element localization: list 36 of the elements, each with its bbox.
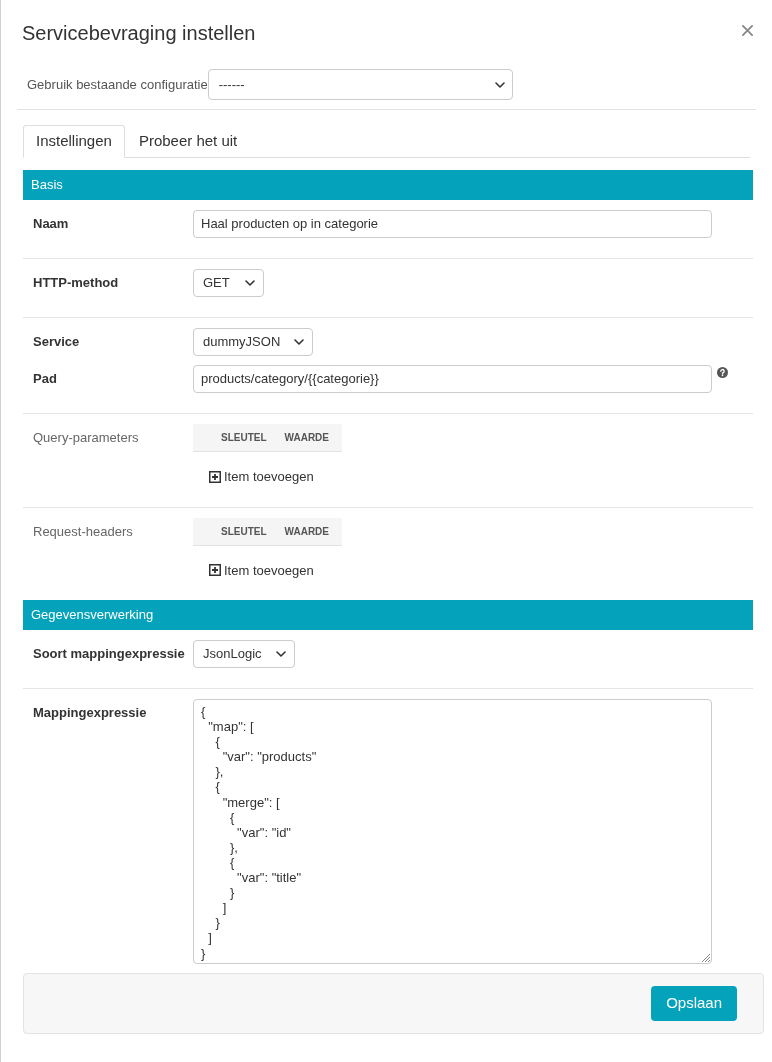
dropdown-select[interactable]: dummyJSON	[193, 328, 314, 356]
chevron-down-icon	[245, 280, 255, 286]
column-header: SLEUTEL	[221, 524, 267, 539]
chevron-down-icon	[494, 81, 505, 88]
field-label: Naam	[33, 215, 69, 234]
section-header: Gegevensverwerking	[23, 600, 753, 630]
tab[interactable]: Probeer het uit	[124, 125, 252, 158]
text-input[interactable]: products/category/{{categorie}}	[193, 365, 712, 393]
close-icon[interactable]	[742, 25, 753, 36]
add-item-button[interactable]: Item toevoegen	[209, 467, 314, 487]
config-label: Gebruik bestaande configuratie	[27, 75, 208, 94]
field-label: Service	[33, 333, 80, 352]
chevron-down-icon	[294, 339, 305, 345]
dropdown-select[interactable]: JsonLogic	[193, 640, 295, 668]
chevron-down-icon	[275, 651, 286, 657]
resize-grip-icon[interactable]	[701, 953, 710, 962]
add-item-button[interactable]: Item toevoegen	[209, 560, 314, 580]
plus-square-icon	[209, 470, 221, 483]
dropdown-select[interactable]: GET	[193, 269, 264, 297]
field-label: Pad	[33, 370, 57, 389]
field-label: Soort mappingexpressie	[33, 645, 185, 664]
help-icon[interactable]	[717, 367, 728, 378]
code-textarea[interactable]: { "map": [ { "var": "products" }, { "merge": [ { "var": "id" }, { "var": "title" } ] } ] }	[193, 699, 712, 964]
section-header: Basis	[23, 170, 753, 200]
column-header: WAARDE	[284, 524, 329, 539]
tab[interactable]: Instellingen	[23, 125, 125, 158]
column-header: WAARDE	[284, 431, 329, 445]
field-label: Request-headers	[33, 522, 133, 541]
dialog-title: Servicebevraging instellen	[22, 21, 256, 46]
field-label: HTTP-method	[33, 274, 119, 293]
column-header: SLEUTEL	[221, 431, 267, 445]
field-label: Query-parameters	[33, 429, 139, 448]
config-select[interactable]: ------	[207, 69, 513, 100]
field-label: Mappingexpressie	[33, 704, 147, 723]
plus-square-icon	[209, 564, 221, 577]
text-input[interactable]: Haal producten op in categorie	[193, 210, 712, 238]
